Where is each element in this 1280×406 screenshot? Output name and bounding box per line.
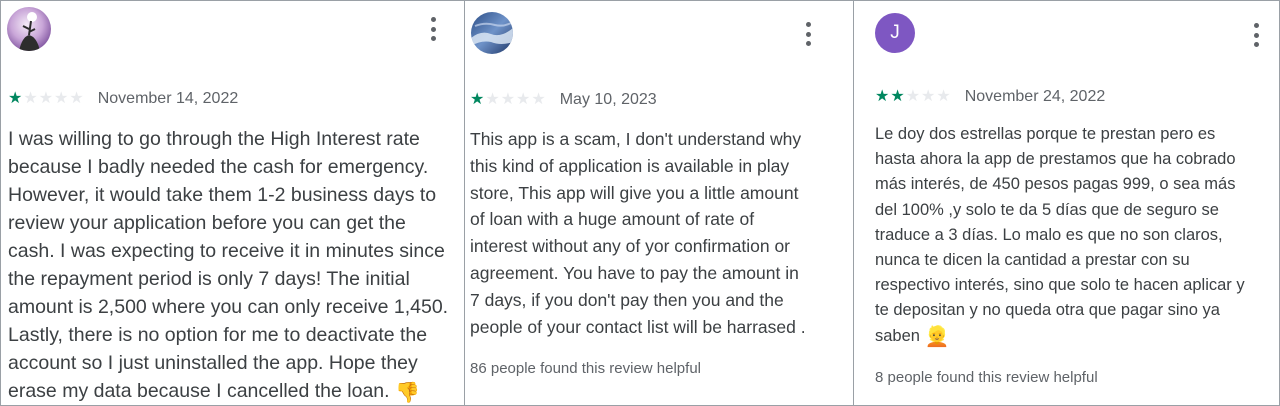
star-empty-icon: ★ <box>54 90 69 107</box>
review-meta: ★ ★ ★ ★ ★ November 14, 2022 <box>8 90 238 108</box>
review-text-line: te depositan y no queda otra que pagar s… <box>875 301 1220 320</box>
star-rating: ★ ★ ★ ★ ★ <box>8 91 84 107</box>
review-date: November 24, 2022 <box>964 88 1106 105</box>
star-filled-icon: ★ <box>8 90 23 107</box>
review-card: ★ ★ ★ ★ ★ November 14, 2022 I was willing to… <box>1 1 464 405</box>
star-rating: ★ ★ ★ ★ ★ <box>875 89 951 105</box>
more-dot <box>1253 23 1259 28</box>
review-text-line: people of your contact list will be harr… <box>470 316 806 337</box>
star-empty-icon: ★ <box>905 88 921 105</box>
review-text-line: erase my data because I cancelled the lo… <box>8 380 395 402</box>
review-text-line: This app is a scam, I don't understand w… <box>470 129 802 149</box>
star-filled-icon: ★ <box>470 91 485 108</box>
star-empty-icon: ★ <box>531 91 546 108</box>
reviews-strip: ★ ★ ★ ★ ★ November 14, 2022 I was willing to… <box>0 0 1280 406</box>
star-filled-icon: ★ <box>890 88 905 105</box>
review-text-line: account so I just uninstalled the app. H… <box>8 352 418 374</box>
review-text-line: amount is 2,500 where you can only recei… <box>8 296 449 318</box>
star-empty-icon: ★ <box>516 91 531 108</box>
review-text: I was willing to go through the High Int… <box>8 125 448 405</box>
star-empty-icon: ★ <box>921 88 936 105</box>
sky-photo-icon <box>471 12 513 54</box>
star-empty-icon: ★ <box>936 88 951 105</box>
more-dot <box>805 31 811 37</box>
review-text-line: Le doy dos estrellas porque te prestan p… <box>875 125 1216 143</box>
review-date: May 10, 2023 <box>559 91 657 108</box>
helpful-count: 86 people found this review helpful <box>470 360 701 377</box>
review-text: Le doy dos estrellas porque te prestan p… <box>875 122 1245 349</box>
star-rating: ★ ★ ★ ★ ★ <box>470 92 546 108</box>
star-empty-icon: ★ <box>485 91 500 108</box>
review-text-line: traduce a 3 días. Lo malo es que no son … <box>875 225 1223 244</box>
review-text-line: 7 days, if you don't pay then you and th… <box>470 289 784 310</box>
review-text-line: Lastly, there is no option for me to dea… <box>8 324 428 346</box>
review-text-line: review your application before you can g… <box>8 212 406 234</box>
star-empty-icon: ★ <box>69 90 84 107</box>
star-empty-icon: ★ <box>23 90 38 107</box>
more-dot <box>430 26 436 32</box>
review-meta: ★ ★ ★ ★ ★ November 24, 2022 <box>875 88 1105 106</box>
review-card: ★ ★ ★ ★ ★ May 10, 2023 This app is a scam, I… <box>464 1 853 405</box>
more-dot <box>805 22 811 27</box>
more-dot <box>805 41 811 46</box>
star-filled-icon: ★ <box>875 88 890 105</box>
review-text-line: the repayment period is only 7 days! The… <box>8 268 410 290</box>
more-dot <box>1253 32 1259 38</box>
review-text-line: store, This app will give you a little a… <box>470 182 799 203</box>
reviewer-avatar: J <box>875 13 915 53</box>
review-meta: ★ ★ ★ ★ ★ May 10, 2023 <box>470 91 657 109</box>
review-text-line: saben <box>875 326 925 345</box>
review-text-line: cash. I was expecting to receive it in m… <box>8 240 445 262</box>
review-text-line: this kind of application is available in… <box>470 155 790 176</box>
helpful-count: 8 people found this review helpful <box>875 369 1098 386</box>
review-text-line: However, it would take them 1-2 business… <box>8 184 437 206</box>
review-card: J ★ ★ ★ ★ ★ November 24, 2022 Le doy dos est… <box>853 1 1279 405</box>
review-text-line: hasta ahora la app de prestamos que ha c… <box>875 150 1236 169</box>
more-dot <box>430 36 436 41</box>
review-text-line: más interés, de 450 pesos pagas 999, o s… <box>875 175 1236 194</box>
reviewer-avatar <box>7 7 51 51</box>
review-text-line: nunca te dicen la cantidad a prestar con… <box>875 251 1190 270</box>
review-text-line: interest without any of yor confirmation… <box>470 236 791 257</box>
reviewer-avatar <box>471 12 513 54</box>
star-empty-icon: ★ <box>38 90 54 107</box>
more-dot <box>430 17 436 22</box>
review-text-line: I was willing to go through the High Int… <box>8 128 420 150</box>
review-date: November 14, 2022 <box>97 90 239 107</box>
review-text-line: because I badly needed the cash for emer… <box>8 156 429 178</box>
review-text: This app is a scam, I don't understand w… <box>470 126 806 340</box>
more-options-button[interactable] <box>1244 21 1268 49</box>
flower-photo-icon <box>7 7 51 51</box>
thumbs-down-icon: 👎 <box>395 382 420 404</box>
review-text-line: agreement. You have to pay the amount in <box>470 262 799 283</box>
more-options-button[interactable] <box>796 20 820 48</box>
star-empty-icon: ★ <box>500 91 516 108</box>
more-options-button[interactable] <box>421 15 445 43</box>
review-text-line: of loan with a huge amount of rate of <box>470 209 755 230</box>
review-text-line: respectivo interés, sino que solo te hac… <box>875 276 1245 295</box>
review-text-line: del 100% ,y solo te da 5 días que de seg… <box>875 200 1219 219</box>
more-dot <box>1253 42 1259 47</box>
blonde-person-emoji-icon: 👱 <box>924 325 950 348</box>
avatar-letter: J <box>875 13 915 53</box>
